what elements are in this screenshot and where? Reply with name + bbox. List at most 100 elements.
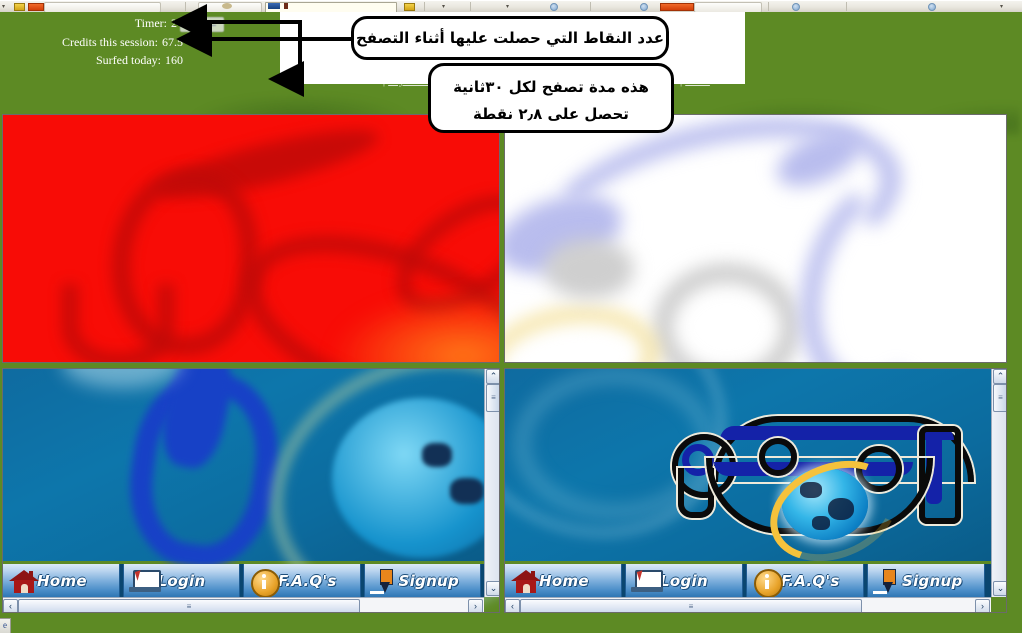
- scroll-down-button-left[interactable]: ⌄: [486, 581, 500, 596]
- toolbar-search-icon[interactable]: [550, 3, 558, 11]
- user-id-text: UserID: 1999 |: [314, 73, 386, 87]
- scroll-right-button-left[interactable]: ›: [468, 599, 483, 613]
- toolbar-globe-icon-2[interactable]: [792, 3, 800, 11]
- stat-row-timer: Timer: 24: [8, 14, 183, 33]
- pen-icon: [872, 566, 906, 596]
- nav-label-signup-left: Signup: [398, 571, 460, 590]
- nav-label-login-left: Login: [157, 571, 206, 590]
- toolbar-folder-icon-2[interactable]: [404, 3, 415, 11]
- toolbar-caret-icon[interactable]: ▾: [2, 4, 5, 10]
- scroll-left-button-right[interactable]: ‹: [505, 599, 520, 613]
- scroll-right-button-right[interactable]: ›: [975, 599, 990, 613]
- callout-duration-line1: هذه مدة تصفح لكل ٣٠ثانية: [453, 78, 649, 96]
- callout-surf-duration: هذه مدة تصفح لكل ٣٠ثانية تحصل على ٢٫٨ نق…: [428, 63, 674, 133]
- stat-row-surfed: Surfed today: 160: [8, 51, 183, 70]
- scroll-down-button-right[interactable]: ⌄: [993, 581, 1007, 596]
- taskbar-browser-icon[interactable]: e: [0, 618, 11, 633]
- scroll-up-button-left[interactable]: ⌃: [486, 369, 500, 384]
- scroll-left-button-left[interactable]: ‹: [3, 599, 18, 613]
- blue-page-canvas-left: [2, 368, 500, 613]
- house-icon: [509, 566, 543, 596]
- info-icon: [248, 566, 282, 597]
- vertical-scrollbar-right[interactable]: ⌃ ≡ ⌄: [991, 368, 1007, 597]
- hscroll-grip-left: ≡: [186, 601, 192, 611]
- ghost-button-line-2: [185, 25, 193, 26]
- vertical-scrollbar-left[interactable]: ⌃ ≡ ⌄: [484, 368, 500, 597]
- callout-duration-line2: تحصل على ٢٫٨ نقطة: [473, 105, 629, 123]
- header-ghost-button-2[interactable]: [203, 17, 224, 32]
- nav-button-signup-right[interactable]: Signup: [867, 564, 985, 597]
- toolbar-globe-icon[interactable]: [640, 3, 648, 11]
- nav-label-faq-right: F.A.Q's: [781, 571, 840, 590]
- red-highlight-glow: [330, 293, 500, 363]
- ghost-button-line: [185, 22, 196, 23]
- nav-label-signup-right: Signup: [902, 571, 963, 590]
- nav-button-signup-left[interactable]: Signup: [363, 564, 481, 597]
- white-shape-blob-3: [544, 239, 634, 299]
- surf-frame-top-right[interactable]: [504, 114, 1007, 363]
- toolbar-caret-icon-3[interactable]: ▾: [506, 4, 509, 10]
- callout-points-earned: عدد النقاط التي حصلت عليها أثناء التصفح: [351, 16, 669, 60]
- toolbar-globe-icon-3[interactable]: [928, 3, 936, 11]
- nav-button-home-left[interactable]: Home: [2, 564, 120, 597]
- nav-label-faq-left: F.A.Q's: [278, 571, 337, 590]
- hscroll-grip-right: ≡: [688, 601, 694, 611]
- horizontal-scrollbar-left[interactable]: ‹ ≡ ›: [2, 597, 484, 613]
- surf-frame-bottom-left[interactable]: Home Login F.A.Q's Signup ⌃ ≡ ⌄ ‹ ≡ ›: [2, 368, 500, 613]
- toolbar-separator: [185, 2, 186, 11]
- scroll-up-button-right[interactable]: ⌃: [993, 369, 1007, 384]
- red-page-canvas: [2, 114, 500, 363]
- toolbar-separator-2: [424, 2, 425, 11]
- site-logo: [664, 416, 974, 580]
- white-shape-gold-arc: [504, 297, 665, 363]
- red-swirl-3: [62, 284, 174, 363]
- nav-button-login-left[interactable]: Login: [122, 564, 240, 597]
- toolbar-orange-icon[interactable]: [28, 3, 44, 11]
- callout-points-text: عدد النقاط التي حصلت عليها أثناء التصفح: [355, 29, 665, 47]
- vertical-scroll-thumb-right[interactable]: ≡: [993, 384, 1007, 412]
- site4-link[interactable]: Site4: [685, 73, 710, 87]
- nav-button-home-right[interactable]: Home: [504, 564, 622, 597]
- horizontal-scroll-thumb-left[interactable]: ≡: [18, 599, 360, 613]
- toolbar-folder-icon[interactable]: [14, 3, 25, 11]
- laptop-icon: [630, 566, 664, 596]
- pen-icon: [369, 566, 403, 596]
- nav-button-faq-left[interactable]: F.A.Q's: [243, 564, 361, 597]
- surfed-today-label: Surfed today:: [96, 53, 161, 67]
- blue-globe-continent-1: [422, 443, 452, 467]
- laptop-icon: [128, 566, 162, 596]
- nav-button-faq-right[interactable]: F.A.Q's: [746, 564, 864, 597]
- nav-label-login-right: Login: [660, 571, 708, 590]
- logo-node-2: [759, 438, 797, 476]
- nav-label-home-left: Home: [37, 571, 87, 590]
- ghost-button-line-4: [208, 25, 216, 26]
- nav-row-right: Home Login F.A.Q's Signup: [504, 564, 991, 597]
- scroll-grip-left: ≡: [491, 393, 496, 402]
- nav-button-login-right[interactable]: Login: [625, 564, 743, 597]
- horizontal-scrollbar-right[interactable]: ‹ ≡ ›: [504, 597, 991, 613]
- info-icon: [751, 566, 785, 597]
- surfed-today-value: 160: [165, 53, 183, 67]
- blue-page-canvas-right: [504, 368, 991, 586]
- blue-haze: [62, 368, 182, 388]
- toolbar-separator-5: [768, 2, 769, 11]
- toolbar-caret-icon-2[interactable]: ▾: [442, 4, 445, 10]
- address-marker-icon: [284, 3, 288, 9]
- vertical-scroll-thumb-left[interactable]: ≡: [486, 384, 500, 412]
- credits-label: Credits this session:: [61, 34, 158, 49]
- toolbar-coin-icon: [222, 3, 232, 9]
- toolbar-separator-6: [846, 2, 847, 11]
- header-ghost-button-1[interactable]: [180, 17, 201, 32]
- nav-label-home-right: Home: [539, 571, 589, 590]
- blue-globe-continent-2: [450, 478, 484, 504]
- timer-label: Timer:: [134, 16, 167, 30]
- white-page-canvas: [504, 114, 1007, 363]
- toolbar-overflow-icon[interactable]: ▾: [1000, 4, 1003, 10]
- address-favicon: [268, 3, 280, 9]
- horizontal-scroll-thumb-right[interactable]: ≡: [520, 599, 862, 613]
- surf-frame-bottom-right[interactable]: Home Login F.A.Q's Signup ⌃ ≡ ⌄ ‹ ≡ ›: [504, 368, 1007, 613]
- house-icon: [7, 566, 41, 596]
- surf-frame-top-left[interactable]: [2, 114, 500, 363]
- toolbar-orange-icon-2[interactable]: [660, 3, 694, 11]
- credits-value: 67.5: [162, 34, 183, 49]
